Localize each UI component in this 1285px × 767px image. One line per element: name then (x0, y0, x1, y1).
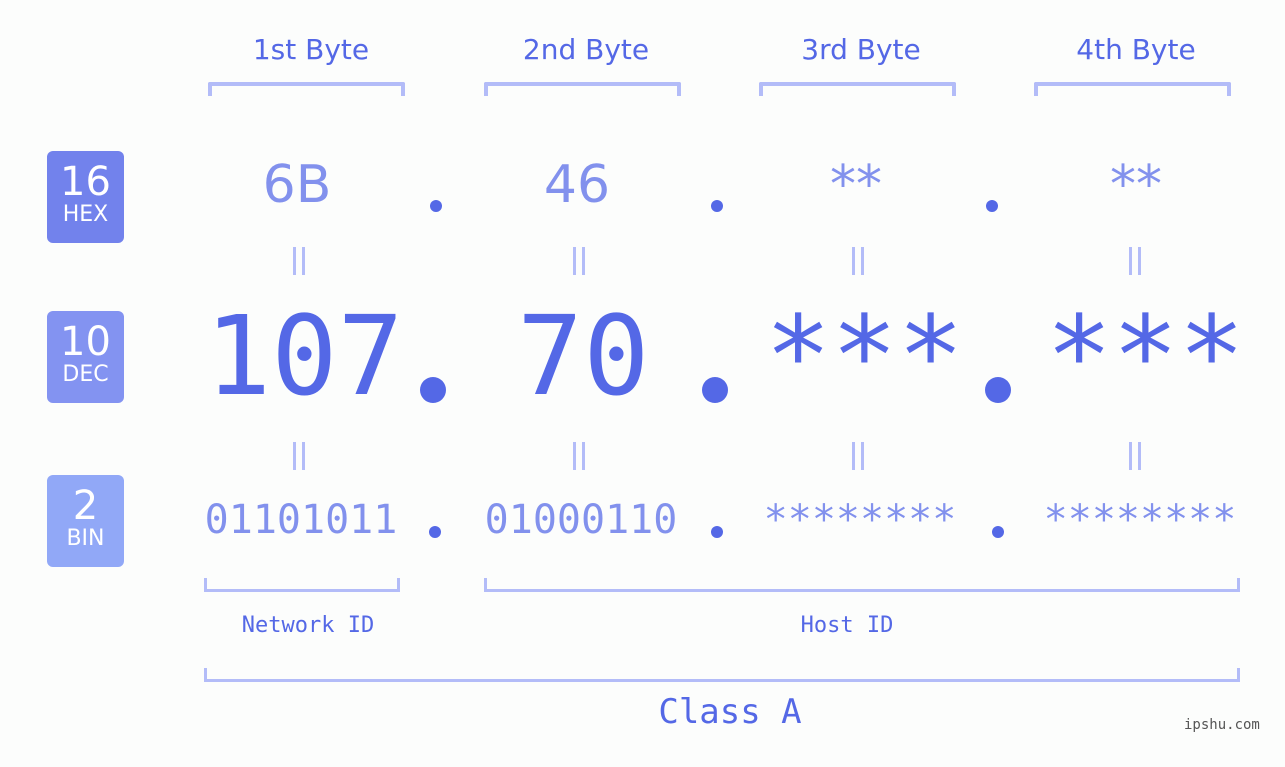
dec-badge-label: DEC (62, 362, 109, 387)
hex-badge: 16 HEX (47, 151, 124, 243)
equals-sign (850, 247, 866, 275)
byte-header-4: 4th Byte (1076, 33, 1196, 66)
dec-badge: 10 DEC (47, 311, 124, 403)
hex-separator-dot (986, 200, 998, 212)
class-bracket (204, 668, 1240, 682)
host-id-bracket (484, 578, 1240, 592)
byte-bracket-1 (208, 82, 405, 96)
equals-sign (850, 442, 866, 470)
network-id-label: Network ID (241, 613, 375, 638)
hex-byte-4: ** (1110, 155, 1162, 215)
hex-separator-dot (711, 200, 723, 212)
dec-byte-2: 70 (517, 292, 650, 420)
equals-sign (571, 247, 587, 275)
host-id-label: Host ID (800, 613, 894, 638)
byte-header-1: 1st Byte (252, 33, 370, 66)
bin-separator-dot (992, 526, 1004, 538)
equals-sign (571, 442, 587, 470)
dec-byte-1: 107 (205, 292, 404, 420)
equals-sign (1127, 247, 1143, 275)
hex-badge-number: 16 (60, 159, 111, 205)
class-label: Class A (658, 692, 802, 732)
dec-byte-3: *** (765, 292, 964, 420)
bin-byte-4: ******** (1043, 497, 1237, 543)
network-id-bracket (204, 578, 400, 592)
bin-byte-1: 01101011 (204, 497, 398, 543)
byte-bracket-4 (1034, 82, 1231, 96)
watermark: ipshu.com (1184, 717, 1260, 733)
byte-header-3: 3rd Byte (801, 33, 921, 66)
dec-badge-number: 10 (60, 319, 111, 365)
dec-separator-dot (985, 377, 1011, 403)
bin-separator-dot (711, 526, 723, 538)
bin-byte-2: 01000110 (484, 497, 678, 543)
dec-separator-dot (420, 377, 446, 403)
hex-byte-2: 46 (543, 155, 611, 215)
bin-separator-dot (429, 526, 441, 538)
dec-byte-4: *** (1046, 292, 1245, 420)
hex-separator-dot (430, 200, 442, 212)
dec-separator-dot (702, 377, 728, 403)
bin-badge-label: BIN (66, 526, 105, 551)
equals-sign (291, 247, 307, 275)
hex-badge-label: HEX (62, 202, 109, 227)
byte-header-2: 2nd Byte (522, 33, 650, 66)
byte-bracket-2 (484, 82, 681, 96)
bin-badge-number: 2 (72, 483, 99, 529)
equals-sign (291, 442, 307, 470)
bin-byte-3: ******** (763, 497, 957, 543)
hex-byte-1: 6B (262, 155, 332, 215)
equals-sign (1127, 442, 1143, 470)
byte-bracket-3 (759, 82, 956, 96)
hex-byte-3: ** (830, 155, 882, 215)
bin-badge: 2 BIN (47, 475, 124, 567)
